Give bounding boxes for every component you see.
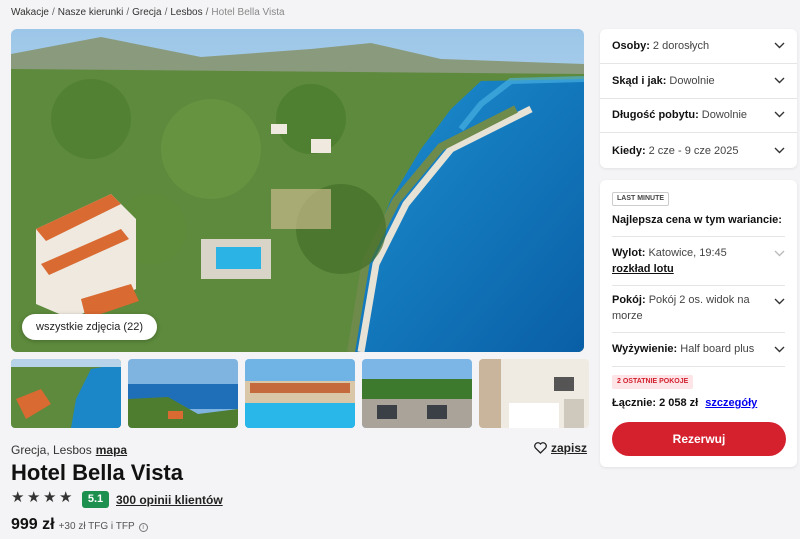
save-button[interactable]: zapisz: [534, 441, 587, 455]
filter-label: Skąd i jak:: [612, 74, 667, 87]
breadcrumb-item-destinations[interactable]: Nasze kierunki: [58, 7, 124, 18]
chevron-down-icon: [774, 77, 785, 84]
thumbnail-4[interactable]: [362, 359, 472, 428]
thumbnail-2[interactable]: [128, 359, 238, 428]
thumbnail-pool-illustration: [245, 359, 355, 428]
best-price-heading: Najlepsza cena w tym wariancie:: [612, 214, 782, 226]
thumbnail-strip: [11, 359, 589, 428]
room-info[interactable]: Pokój: Pokój 2 os. widok na morze: [612, 292, 762, 324]
filter-label: Długość pobytu:: [612, 109, 699, 122]
price-fees: +30 zł TFG i TFP: [58, 521, 135, 532]
chevron-down-icon: [774, 111, 785, 118]
divider: [612, 285, 785, 286]
filter-departure[interactable]: Skąd i jak: Dowolnie: [600, 64, 797, 99]
offer-card: LAST MINUTE Najlepsza cena w tym warianc…: [600, 180, 797, 467]
breadcrumb-separator: /: [164, 7, 168, 18]
hotel-name: Hotel Bella Vista: [11, 460, 183, 485]
heart-icon: [534, 442, 547, 454]
hotel-offer-page: Wakacje / Nasze kierunki / Grecja / Lesbos / Hot…: [0, 0, 800, 539]
chevron-down-icon[interactable]: [774, 250, 785, 257]
departure-label: Wylot:: [612, 247, 646, 259]
map-link[interactable]: mapa: [96, 443, 127, 457]
divider: [612, 236, 785, 237]
filter-label: Osoby:: [612, 39, 650, 52]
last-minute-badge: LAST MINUTE: [612, 192, 670, 206]
thumbnail-terrace-illustration: [362, 359, 472, 428]
flight-schedule-link[interactable]: rozkład lotu: [612, 263, 674, 275]
filter-duration[interactable]: Długość pobytu: Dowolnie: [600, 99, 797, 134]
price-amount: 999 zł: [11, 516, 55, 533]
star-icon: ★: [43, 489, 57, 506]
star-icon: ★: [59, 489, 73, 506]
breadcrumb-item-vacations[interactable]: Wakacje: [11, 7, 49, 18]
room-label: Pokój:: [612, 294, 646, 306]
thumbnail-bay-illustration: [128, 359, 238, 428]
total-price: Łącznie: 2 058 zł szczegóły: [612, 397, 757, 409]
chevron-down-icon[interactable]: [774, 298, 785, 305]
board-info[interactable]: Wyżywienie: Half board plus: [612, 341, 762, 357]
filter-persons[interactable]: Osoby: 2 dorosłych: [600, 29, 797, 64]
breadcrumb-separator: /: [126, 7, 130, 18]
thumbnail-room-illustration: [479, 359, 589, 428]
details-link[interactable]: szczegóły: [705, 397, 757, 409]
divider: [612, 332, 785, 333]
board-value: Half board plus: [680, 343, 755, 355]
board-label: Wyżywienie:: [612, 343, 678, 355]
star-icon: ★: [27, 489, 41, 506]
rating-badge: 5.1: [82, 491, 109, 508]
chevron-down-icon: [774, 42, 785, 49]
rooms-left-badge: 2 OSTATNIE POKOJE: [612, 375, 694, 389]
main-hotel-photo[interactable]: [11, 29, 584, 352]
info-icon[interactable]: i: [138, 523, 148, 532]
departure-value: Katowice, 19:45: [648, 247, 727, 259]
book-button[interactable]: Rezerwuj: [612, 422, 786, 456]
hotel-stars: ★ ★ ★ ★: [11, 489, 73, 506]
filter-label: Kiedy:: [612, 144, 646, 157]
total-label: Łącznie:: [612, 397, 657, 409]
filter-value: Dowolnie: [701, 109, 748, 122]
filter-value: 2 cze - 9 cze 2025: [648, 144, 739, 157]
breadcrumb-separator: /: [51, 7, 55, 18]
thumbnail-aerial-illustration: [11, 359, 121, 428]
breadcrumb-item-lesbos[interactable]: Lesbos: [170, 7, 202, 18]
aerial-coast-illustration: [11, 29, 584, 352]
location-text: Grecja, Lesbos: [11, 443, 92, 457]
reviews-link[interactable]: 300 opinii klientów: [116, 493, 223, 507]
breadcrumb-separator: /: [205, 7, 209, 18]
divider: [612, 366, 785, 367]
filters-panel: Osoby: 2 dorosłych Skąd i jak: Dowolnie Dł…: [600, 29, 797, 168]
star-icon: ★: [11, 489, 25, 506]
breadcrumb-item-greece[interactable]: Grecja: [132, 7, 161, 18]
thumbnail-5[interactable]: [479, 359, 589, 428]
departure-info: Wylot: Katowice, 19:45: [612, 245, 762, 261]
total-value: 2 058 zł: [659, 397, 699, 409]
price-line: 999 zł +30 zł TFG i TFP i: [11, 516, 148, 534]
breadcrumb-current: Hotel Bella Vista: [211, 7, 285, 18]
breadcrumb: Wakacje / Nasze kierunki / Grecja / Lesbos / Hot…: [11, 7, 285, 18]
filter-dates[interactable]: Kiedy: 2 cze - 9 cze 2025: [600, 133, 797, 168]
filter-value: 2 dorosłych: [652, 39, 710, 52]
chevron-down-icon: [774, 147, 785, 154]
thumbnail-1[interactable]: [11, 359, 121, 428]
hotel-location: Grecja, Lesbos mapa: [11, 443, 127, 457]
chevron-down-icon[interactable]: [774, 346, 785, 353]
filter-value: Dowolnie: [669, 74, 715, 87]
save-label: zapisz: [551, 441, 588, 455]
thumbnail-3[interactable]: [245, 359, 355, 428]
all-photos-button[interactable]: wszystkie zdjęcia (22): [22, 314, 157, 340]
